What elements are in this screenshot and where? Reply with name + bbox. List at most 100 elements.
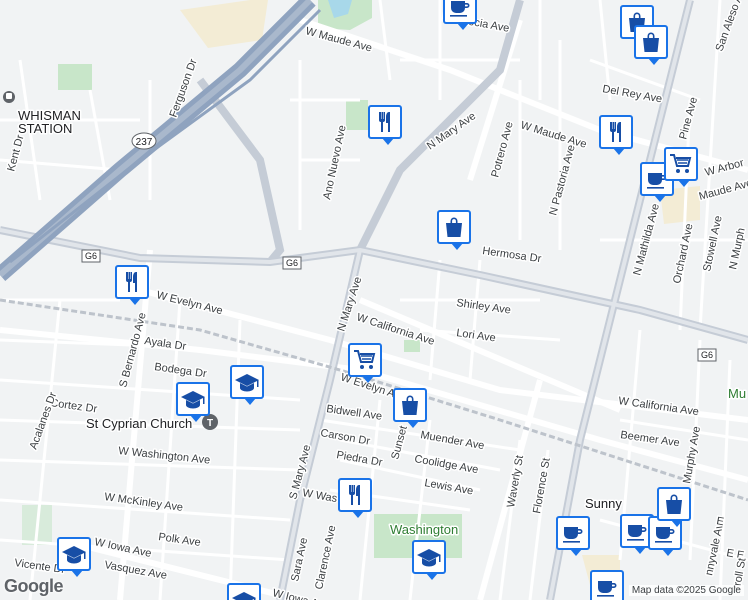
route-shield-g6-east: G6	[697, 348, 717, 362]
street-label-w-california-ave-2: W California Ave	[618, 395, 700, 418]
shopping-bag-icon	[666, 494, 682, 514]
street-label-murphy-ave: Murphy Ave	[681, 425, 703, 484]
fork-knife-icon	[610, 122, 621, 142]
shopping-pin[interactable]	[437, 210, 471, 250]
graduation-cap-icon	[235, 374, 259, 392]
map-attribution[interactable]: Map data ©2025 Google	[628, 585, 744, 596]
place-label-st-cyprian-church: St Cyprian Church	[86, 416, 192, 431]
svg-text:G6: G6	[286, 258, 298, 268]
street-label-muender-ave: Muender Ave	[419, 429, 485, 452]
street-label-del-rey-ave: Del Rey Ave	[601, 83, 662, 105]
svg-text:T: T	[207, 418, 213, 429]
coffee-cup-icon	[627, 525, 647, 541]
street-label-acalanes-dr: Acalanes Dr	[28, 390, 60, 451]
street-label-w-washington-ave: W Washington Ave	[118, 445, 211, 467]
place-label-mu: Mu	[728, 386, 746, 401]
cafe-pin[interactable]	[590, 570, 624, 600]
street-label-san-aleso-ave: San Aleso Ave	[714, 0, 748, 53]
street-label-w-maude-ave-2: W Maude Ave	[519, 119, 588, 150]
restaurant-pin[interactable]	[368, 105, 402, 145]
street-label-ayala-dr: Ayala Dr	[144, 335, 188, 353]
coffee-cup-icon	[563, 527, 583, 543]
grocery-pin[interactable]	[664, 147, 698, 187]
street-label-s-bernardo-ave: S Bernardo Ave	[117, 311, 148, 388]
street-label-w-mckinley-ave: W McKinley Ave	[104, 491, 184, 514]
fork-knife-icon	[379, 112, 390, 132]
street-label-lewis-ave: Lewis Ave	[423, 477, 474, 497]
place-label-washington: Washington	[390, 522, 458, 537]
graduation-cap-icon	[232, 592, 256, 600]
coffee-cup-icon	[450, 1, 470, 17]
street-label-stowell-ave: Stowell Ave	[701, 215, 725, 273]
street-label-w-washington-ave-2: W Was	[301, 487, 338, 505]
route-shield-237: 237	[131, 132, 157, 150]
route-shield-g6-west: G6	[81, 249, 101, 263]
restaurant-pin[interactable]	[338, 478, 372, 518]
shopping-bag-icon	[402, 395, 418, 415]
shopping-pin[interactable]	[393, 388, 427, 428]
street-label-n-pastoria-ave: N Pastoria Ave	[547, 144, 577, 217]
street-label-lori-ave: Lori Ave	[456, 327, 497, 344]
street-label-vasquez-ave: Vasquez Ave	[103, 559, 167, 582]
street-label-w-evelyn-ave: W Evelyn Ave	[155, 289, 224, 317]
street-label-ano-nuevo-ave: Ano Nuevo Ave	[321, 124, 348, 200]
street-label-n-murphy: N Murph	[727, 227, 748, 271]
cafe-pin[interactable]	[556, 516, 590, 556]
school-pin[interactable]	[57, 537, 91, 577]
school-pin[interactable]	[412, 540, 446, 580]
street-label-maude-ave: Maude Ave	[698, 177, 748, 203]
shopping-bag-icon	[446, 217, 462, 237]
street-label-hermosa-dr: Hermosa Dr	[482, 245, 543, 265]
street-label-sara-ave: Sara Ave	[289, 537, 310, 583]
street-label-piedra-dr: Piedra Dr	[335, 449, 383, 469]
school-pin[interactable]	[176, 382, 210, 422]
street-label-polk-ave: Polk Ave	[158, 531, 202, 549]
school-pin[interactable]	[230, 365, 264, 405]
transit-station-icon	[3, 91, 15, 103]
street-label-bidwell-ave: Bidwell Ave	[326, 403, 383, 423]
svg-text:G6: G6	[701, 350, 713, 360]
place-label-sunny: Sunny	[585, 496, 622, 511]
shopping-pin[interactable]	[634, 25, 668, 65]
shopping-bag-icon	[643, 32, 659, 52]
google-logo: Google	[4, 576, 64, 596]
graduation-cap-icon	[181, 391, 205, 409]
grocery-pin[interactable]	[348, 343, 382, 383]
restaurant-pin[interactable]	[599, 115, 633, 155]
shopping-cart-icon	[670, 154, 692, 173]
svg-text:G6: G6	[85, 251, 97, 261]
street-label-pine-ave: Pine Ave	[677, 96, 700, 141]
street-label-orchard-ave: Orchard Ave	[671, 223, 695, 285]
map-label-layer: W Maude Ave W Maude Ave Maude Ave N Mary…	[3, 0, 748, 600]
street-label-ferguson-dr: Ferguson Dr	[168, 57, 200, 119]
coffee-cup-icon	[597, 581, 617, 597]
shopping-pin[interactable]	[657, 487, 691, 527]
route-shield-g6-center: G6	[282, 256, 302, 270]
restaurant-pin[interactable]	[115, 265, 149, 305]
street-label-carson-dr: Carson Dr	[319, 427, 371, 448]
shopping-cart-icon	[354, 350, 376, 369]
map-view[interactable]: W Maude Ave W Maude Ave Maude Ave N Mary…	[0, 0, 748, 600]
street-label-clarence-ave: Clarence Ave	[313, 524, 338, 590]
place-label-station: STATION	[18, 121, 72, 136]
svg-text:237: 237	[136, 137, 153, 148]
fork-knife-icon	[126, 272, 137, 292]
street-label-w-iowa-ave: W Iowa Ave	[93, 536, 152, 560]
street-label-waverly-st: Waverly St	[505, 454, 526, 508]
street-label-shirley-ave: Shirley Ave	[456, 297, 512, 317]
fork-knife-icon	[349, 485, 360, 505]
street-label-n-mathilda-ave: N Mathilda Ave	[631, 202, 662, 276]
street-label-bodega-dr: Bodega Dr	[154, 361, 208, 380]
street-label-w-maude-ave: W Maude Ave	[304, 25, 373, 54]
cafe-pin[interactable]	[443, 0, 477, 30]
street-label-kent-dr: Kent Dr	[5, 133, 26, 172]
street-label-beemer-ave: Beemer Ave	[620, 429, 681, 449]
street-label-coolidge-ave: Coolidge Ave	[413, 453, 479, 476]
street-label-w-arbor: W Arbor	[704, 157, 746, 179]
street-label-florence-st: Florence St	[531, 457, 553, 514]
street-label-n-mary-ave-north: N Mary Ave	[425, 110, 478, 152]
graduation-cap-icon	[62, 546, 86, 564]
street-label-sunset-ave: Sunset	[389, 425, 409, 461]
graduation-cap-icon	[417, 549, 441, 567]
school-pin[interactable]	[227, 583, 261, 600]
